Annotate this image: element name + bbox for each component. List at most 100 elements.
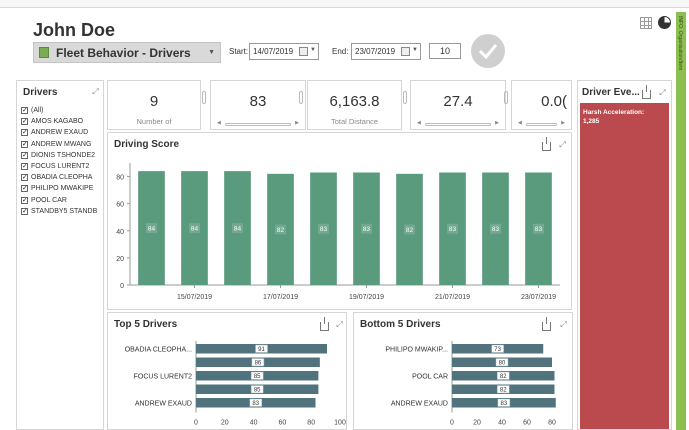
expand-icon[interactable]: ⤢ — [658, 88, 667, 97]
driver-list-item[interactable]: ✓ FOCUS LURENT2 — [21, 161, 103, 172]
x-tick-label: 19/07/2019 — [349, 294, 384, 301]
driver-list-item[interactable]: ✓ PHILIPO MWAKIPE — [21, 183, 103, 194]
checkbox[interactable]: ✓ — [21, 185, 28, 193]
checkmark-icon — [478, 44, 498, 59]
driver-list-item[interactable]: ✓ AMOS KAGABO — [21, 116, 103, 127]
end-date-input[interactable]: 23/07/2019 ▼ — [351, 43, 421, 60]
driver-list-item[interactable]: ✓ (All) — [21, 105, 103, 116]
calendar-icon[interactable] — [401, 47, 410, 56]
chevron-down-icon[interactable]: ▼ — [412, 47, 418, 53]
x-tick-label: 40 — [498, 420, 506, 427]
bar-value-label: 83 — [492, 226, 500, 233]
bar-value-label: 83 — [252, 401, 259, 407]
x-tick-label: 40 — [250, 420, 258, 427]
driver-name: DIONIS TSHONDE2 — [31, 151, 96, 159]
checkbox[interactable]: ✓ — [21, 207, 28, 215]
kpi-card: 6,163.8 Total Distance — [307, 80, 402, 130]
bar-value-label: 82 — [406, 227, 414, 234]
share-icon[interactable] — [542, 137, 551, 151]
bar-value-label: 83 — [535, 226, 543, 233]
checkbox[interactable]: ✓ — [21, 118, 28, 126]
expand-icon[interactable]: ⤢ — [559, 320, 568, 329]
share-icon[interactable] — [642, 85, 651, 99]
expand-icon[interactable]: ⤢ — [335, 320, 344, 329]
driver-list-item[interactable]: ✓ OBADIA CLEOPHA — [21, 172, 103, 183]
side-info-label: INFO: Organisation/Item — [677, 16, 683, 71]
kpi-scrollbar[interactable] — [401, 80, 410, 130]
kpi-label: Total Distance — [330, 117, 379, 126]
driver-list-item[interactable]: ✓ ANDREW MWANG — [21, 139, 103, 150]
driver-name: AMOS KAGABO — [31, 118, 84, 126]
y-tick-label: 80 — [116, 175, 124, 182]
x-tick-label: 60 — [279, 420, 287, 427]
bar-value-label: 82 — [277, 227, 285, 234]
y-tick-label: 20 — [116, 256, 124, 263]
driver-name: ANDREW EXAUD — [31, 129, 89, 137]
kpi-value: 9 — [149, 93, 159, 110]
checkbox[interactable]: ✓ — [21, 174, 28, 182]
checkbox[interactable]: ✓ — [21, 129, 28, 137]
driver-name: STANDBY5 STANDB — [31, 207, 98, 215]
driving-score-chart: 0 20 40 60 80 84 84 84 82 83 83 82 83 83 83 15/07/2019 1… — [116, 163, 560, 301]
bar-value-label: 91 — [258, 347, 265, 353]
driving-score-title: Driving Score — [114, 139, 180, 150]
expand-icon[interactable]: ⤢ — [558, 140, 567, 149]
start-date-input[interactable]: 14/07/2019 ▼ — [249, 43, 319, 60]
kpi-hscrollbar[interactable]: ◀ ▶ — [417, 120, 499, 127]
kpi-scrollbar[interactable] — [200, 80, 209, 130]
kpi-hscrollbar[interactable]: ◀ ▶ — [518, 120, 565, 127]
bar-value-label: 84 — [191, 226, 199, 233]
kpi-scrollbar[interactable] — [502, 80, 511, 130]
pie-chart-icon[interactable] — [658, 16, 671, 29]
bar-value-label: 73 — [494, 347, 501, 353]
kpi-scrollbar[interactable] — [297, 80, 306, 130]
x-tick-label: 80 — [548, 420, 556, 427]
driver-category-label: ANDREW EXAUD — [391, 401, 448, 408]
x-tick-label: 80 — [307, 420, 315, 427]
x-tick-label: 23/07/2019 — [521, 294, 556, 301]
drivers-panel: Drivers ⤢ ✓ (All) ✓ AMOS KAGABO ✓ ANDREW EXAU… — [16, 80, 104, 430]
bar-value-label: 83 — [501, 401, 508, 407]
grid-view-icon[interactable] — [640, 16, 652, 29]
kpi-card: 27.4 ◀ ▶ — [410, 80, 506, 130]
start-label: Start: — [229, 47, 249, 56]
x-tick-label: 15/07/2019 — [177, 294, 212, 301]
kpi-label: Number of — [136, 117, 172, 126]
kpi-hscrollbar[interactable]: ◀ ▶ — [217, 120, 299, 127]
chevron-down-icon[interactable]: ▼ — [310, 47, 316, 53]
driving-score-panel: Driving Score ⤢ 0 20 40 60 80 84 84 84 82 83 83 82 8… — [107, 132, 572, 310]
top5-chart: 0 20 40 60 80 100 91 OBADIA CLEOPHA... 86 85 FOCUS… — [125, 341, 346, 427]
driver-category-label: ANDREW EXAUD — [135, 401, 192, 408]
share-icon[interactable] — [320, 317, 329, 331]
checkbox[interactable]: ✓ — [21, 151, 28, 159]
kpi-value: 0.0( — [541, 93, 567, 110]
dashboard-select[interactable]: Fleet Behavior - Drivers ▼ — [33, 42, 221, 63]
bottom5-panel: Bottom 5 Drivers ⤢ 0 20 40 60 80 73 PHILIPO MW… — [353, 312, 573, 430]
expand-icon[interactable]: ⤢ — [91, 87, 100, 96]
checkbox[interactable]: ✓ — [21, 163, 28, 171]
apply-button[interactable] — [471, 34, 505, 68]
x-tick-label: 21/07/2019 — [435, 294, 470, 301]
event-label: Harsh Acceleration: — [583, 109, 645, 116]
driver-category-label: PHILIPO MWAKIP... — [385, 347, 448, 354]
driver-list-item[interactable]: ✓ STANDBY5 STANDB — [21, 206, 103, 217]
end-label: End: — [332, 47, 349, 56]
side-info-strip[interactable]: INFO: Organisation/Item — [676, 12, 686, 430]
checkbox[interactable]: ✓ — [21, 107, 28, 115]
bar-value-label: 85 — [254, 374, 261, 380]
count-input[interactable]: 10 — [429, 43, 461, 59]
calendar-icon[interactable] — [299, 47, 308, 56]
checkbox[interactable]: ✓ — [21, 196, 28, 204]
driver-list-item[interactable]: ✓ DIONIS TSHONDE2 — [21, 150, 103, 161]
event-value: 1,285 — [583, 118, 600, 125]
harsh-acceleration-treemap-cell[interactable]: Harsh Acceleration: 1,285 — [580, 103, 669, 429]
driver-list-item[interactable]: ✓ POOL CAR — [21, 195, 103, 206]
share-icon[interactable] — [542, 317, 551, 331]
x-tick-label: 20 — [473, 420, 481, 427]
driver-events-title: Driver Eve... — [582, 87, 640, 98]
driver-list-item[interactable]: ✓ ANDREW EXAUD — [21, 127, 103, 138]
checkbox[interactable]: ✓ — [21, 140, 28, 148]
driver-name: POOL CAR — [31, 196, 67, 204]
kpi-card: 0.0( ◀ ▶ — [511, 80, 572, 130]
top5-title: Top 5 Drivers — [114, 319, 178, 330]
